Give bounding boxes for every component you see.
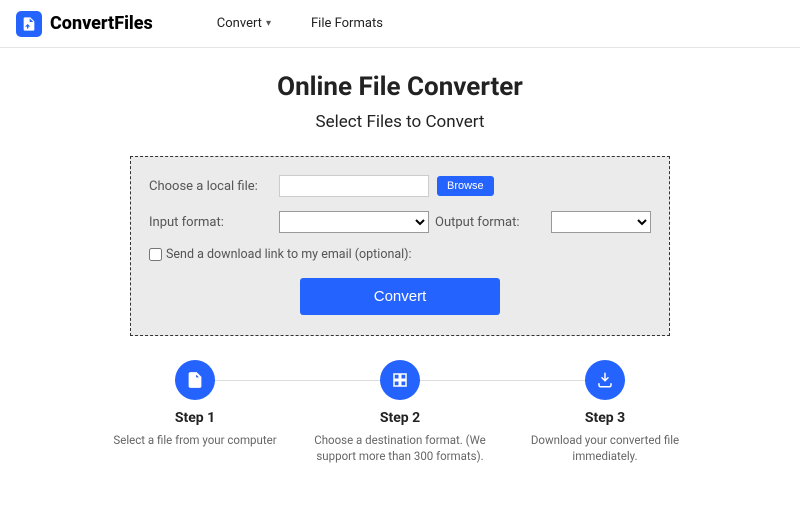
nav-links: Convert ▾ File Formats (217, 16, 383, 31)
email-checkbox[interactable] (149, 248, 162, 261)
chevron-down-icon: ▾ (266, 18, 271, 29)
convert-button[interactable]: Convert (300, 278, 500, 315)
browse-button[interactable]: Browse (437, 176, 494, 196)
brand[interactable]: ConvertFiles (16, 11, 153, 37)
step-3: Step 3 Download your converted file imme… (510, 360, 700, 464)
top-nav: ConvertFiles Convert ▾ File Formats (0, 0, 800, 48)
choose-file-row: Choose a local file: Browse (149, 175, 651, 197)
file-input[interactable] (279, 175, 429, 197)
converter-panel: Choose a local file: Browse Input format… (130, 156, 670, 336)
page-title: Online File Converter (0, 72, 800, 102)
step-2: Step 2 Choose a destination format. (We … (305, 360, 495, 464)
step-1: Step 1 Select a file from your computer (100, 360, 290, 464)
output-format-select[interactable] (551, 211, 651, 233)
hero: Online File Converter Select Files to Co… (0, 72, 800, 132)
page-subtitle: Select Files to Convert (0, 112, 800, 132)
step-desc: Choose a destination format. (We support… (305, 432, 495, 464)
input-format-select[interactable] (279, 211, 429, 233)
step-desc: Download your converted file immediately… (510, 432, 700, 464)
steps: Step 1 Select a file from your computer … (100, 360, 700, 464)
nav-file-formats[interactable]: File Formats (311, 16, 383, 31)
file-icon (175, 360, 215, 400)
step-title: Step 1 (100, 410, 290, 426)
input-format-label: Input format: (149, 215, 279, 230)
brand-name: ConvertFiles (50, 13, 153, 34)
brand-logo-icon (16, 11, 42, 37)
grid-icon (380, 360, 420, 400)
step-desc: Select a file from your computer (100, 432, 290, 448)
step-title: Step 2 (305, 410, 495, 426)
email-row: Send a download link to my email (option… (149, 247, 651, 262)
step-title: Step 3 (510, 410, 700, 426)
nav-file-formats-label: File Formats (311, 16, 383, 31)
format-row: Input format: Output format: (149, 211, 651, 233)
output-format-label: Output format: (435, 215, 520, 230)
email-label: Send a download link to my email (option… (166, 247, 412, 262)
choose-file-label: Choose a local file: (149, 179, 279, 194)
nav-convert-label: Convert (217, 16, 262, 31)
nav-convert[interactable]: Convert ▾ (217, 16, 271, 31)
download-icon (585, 360, 625, 400)
